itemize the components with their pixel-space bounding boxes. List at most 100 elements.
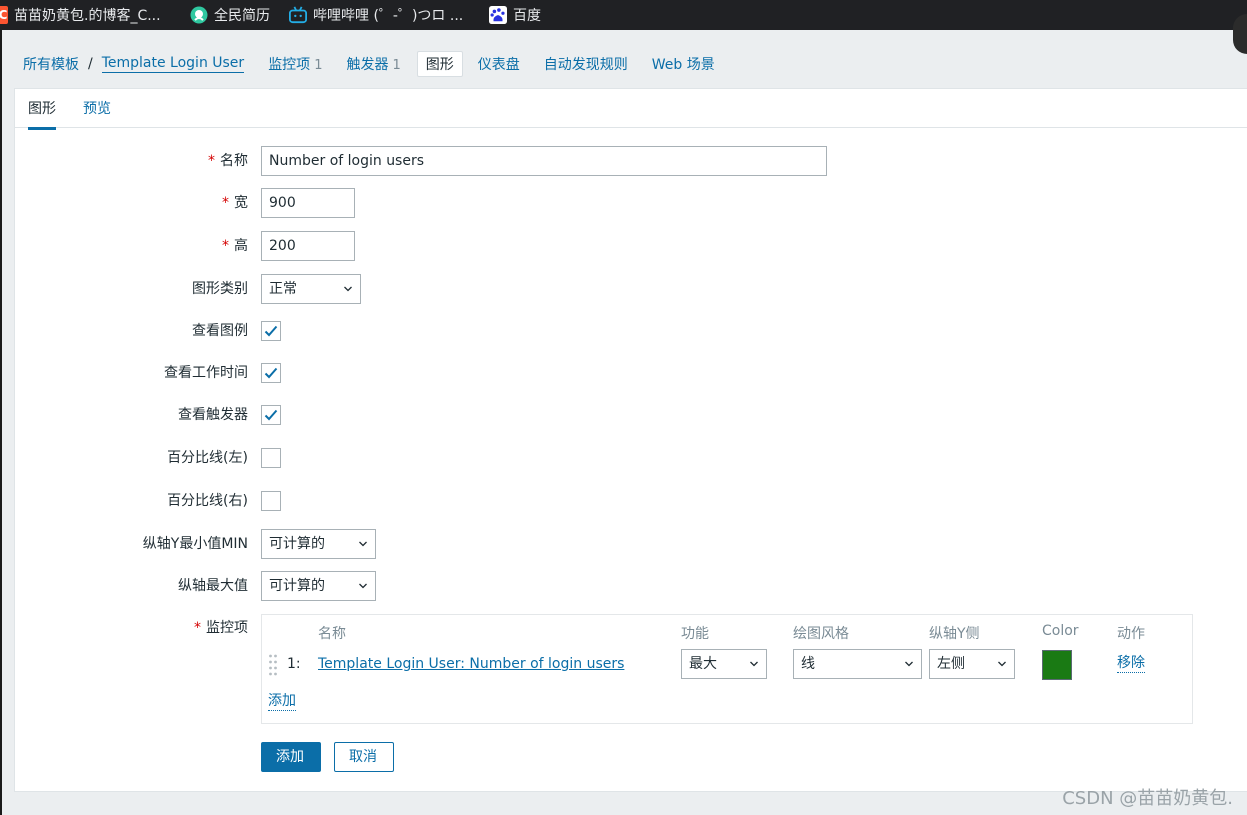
baidu-icon — [489, 6, 507, 24]
chevron-down-icon — [359, 583, 367, 589]
row-show-working-time: 查看工作时间 — [15, 358, 1247, 388]
draw-style-select[interactable]: 线 — [793, 649, 922, 679]
name-input[interactable] — [261, 146, 827, 176]
row-name: * 名称 — [15, 146, 1247, 176]
nav-dashboards[interactable]: 仪表盘 — [470, 50, 528, 78]
graph-form-card: 图形 预览 *名称 *宽 *高 图形类别 正常 查看图例 查看工作时间 — [14, 88, 1247, 792]
bookmark-baidu[interactable]: 百度 — [489, 0, 541, 30]
required-mark: * — [208, 153, 215, 169]
column-header-color: Color — [1042, 623, 1079, 639]
show-legend-checkbox[interactable] — [261, 321, 281, 341]
percentile-left-checkbox[interactable] — [261, 448, 281, 468]
chevron-down-icon — [750, 661, 758, 667]
graph-items-table: 名称 功能 绘图风格 纵轴Y侧 Color 动作 1: Template Log… — [261, 614, 1193, 724]
nav-web-scenarios[interactable]: Web 场景 — [644, 50, 723, 78]
nav-items-label: 监控项 — [268, 57, 311, 73]
chevron-down-icon — [344, 286, 352, 292]
function-select[interactable]: 最大 — [681, 649, 767, 679]
cancel-button[interactable]: 取消 — [334, 742, 394, 772]
column-header-draw-style: 绘图风格 — [793, 626, 849, 642]
nav-graphs[interactable]: 图形 — [416, 51, 463, 77]
chevron-down-icon — [998, 661, 1006, 667]
y-side-select[interactable]: 左侧 — [929, 649, 1015, 679]
checkmark-icon — [264, 325, 278, 337]
height-label: * 高 — [222, 231, 248, 261]
y-min-label: 纵轴Y最小值MIN — [142, 536, 248, 552]
row-width: * 宽 — [15, 188, 1247, 218]
color-picker-swatch[interactable] — [1042, 650, 1072, 680]
window-edge — [0, 30, 2, 815]
bookmark-label: 百度 — [513, 8, 541, 24]
template-nav: 所有模板 / Template Login User 监控项 1 触发器 1 图形 … — [15, 45, 723, 83]
row-number: 1: — [287, 656, 301, 672]
percentile-left-label: 百分比线(左) — [167, 450, 248, 466]
column-header-name: 名称 — [318, 626, 346, 642]
row-percentile-right: 百分比线(右) — [15, 486, 1247, 516]
width-label: * 宽 — [222, 188, 248, 218]
nav-items-count: 1 — [314, 58, 323, 73]
height-label-text: 高 — [234, 238, 248, 254]
row-show-legend: 查看图例 — [15, 316, 1247, 346]
add-button[interactable]: 添加 — [261, 742, 321, 772]
bilibili-icon — [289, 6, 307, 24]
bookmark-csdn-blog[interactable]: C 苗苗奶黄包.的博客_C... — [0, 0, 161, 30]
nav-triggers-count: 1 — [392, 58, 401, 73]
item-name-link[interactable]: Template Login User: Number of login use… — [318, 656, 624, 672]
show-triggers-checkbox[interactable] — [261, 405, 281, 425]
row-show-triggers: 查看触发器 — [15, 400, 1247, 430]
bookmark-resume[interactable]: 全民简历 — [190, 0, 270, 30]
bookmark-bilibili[interactable]: 哔哩哔哩 (゜-゜)つロ ... — [289, 0, 463, 30]
checkmark-icon — [264, 367, 278, 379]
add-item-link[interactable]: 添加 — [268, 693, 296, 711]
function-value: 最大 — [689, 656, 717, 672]
breadcrumb-template[interactable]: Template Login User — [101, 55, 245, 73]
row-height: * 高 — [15, 231, 1247, 261]
nav-items[interactable]: 监控项 1 — [260, 50, 330, 78]
nav-discovery[interactable]: 自动发现规则 — [536, 50, 636, 78]
name-label-text: 名称 — [220, 153, 248, 169]
y-max-label: 纵轴最大值 — [178, 578, 248, 594]
required-mark: * — [194, 620, 201, 636]
column-header-function: 功能 — [681, 626, 709, 642]
column-header-y-side: 纵轴Y侧 — [929, 626, 980, 642]
nav-triggers[interactable]: 触发器 1 — [338, 50, 408, 78]
column-header-action: 动作 — [1117, 626, 1145, 642]
breadcrumb-separator: / — [88, 56, 93, 72]
tab-graph[interactable]: 图形 — [28, 98, 56, 130]
bookmark-label: 苗苗奶黄包.的博客_C... — [14, 8, 161, 24]
show-working-time-label: 查看工作时间 — [164, 365, 248, 381]
remove-item-link[interactable]: 移除 — [1117, 655, 1145, 673]
chevron-down-icon — [359, 541, 367, 547]
y-max-select[interactable]: 可计算的 — [261, 571, 376, 601]
y-side-value: 左侧 — [937, 656, 965, 672]
show-working-time-checkbox[interactable] — [261, 363, 281, 383]
checkmark-icon — [264, 409, 278, 421]
nav-triggers-label: 触发器 — [346, 57, 389, 73]
y-min-value: 可计算的 — [269, 536, 325, 552]
drag-handle-icon[interactable] — [268, 653, 278, 677]
bookmark-label: 全民简历 — [214, 8, 270, 24]
graph-type-select[interactable]: 正常 — [261, 274, 361, 304]
required-mark: * — [222, 238, 229, 254]
show-triggers-label: 查看触发器 — [178, 407, 248, 423]
form-tabs: 图形 预览 — [15, 89, 1247, 130]
scroll-corner — [1233, 14, 1247, 54]
draw-style-value: 线 — [801, 656, 815, 672]
breadcrumb-all-templates[interactable]: 所有模板 — [23, 54, 79, 74]
row-percentile-left: 百分比线(左) — [15, 443, 1247, 473]
width-input[interactable] — [261, 188, 355, 218]
csdn-icon: C — [0, 6, 8, 24]
percentile-right-checkbox[interactable] — [261, 491, 281, 511]
width-label-text: 宽 — [234, 195, 248, 211]
tab-preview[interactable]: 预览 — [83, 98, 111, 118]
csdn-watermark: CSDN @苗苗奶黄包. — [1062, 788, 1233, 809]
bookmarks-bar: C 苗苗奶黄包.的博客_C... 全民简历 哔哩哔哩 (゜-゜)つロ ... 百… — [0, 0, 1247, 30]
items-label: * 监控项 — [194, 613, 248, 643]
row-graph-type: 图形类别 正常 — [15, 274, 1247, 304]
resume-icon — [190, 6, 208, 24]
items-label-text: 监控项 — [206, 620, 248, 636]
y-min-select[interactable]: 可计算的 — [261, 529, 376, 559]
height-input[interactable] — [261, 231, 355, 261]
show-legend-label: 查看图例 — [192, 323, 248, 339]
bookmark-label: 哔哩哔哩 (゜-゜)つロ ... — [313, 8, 464, 24]
